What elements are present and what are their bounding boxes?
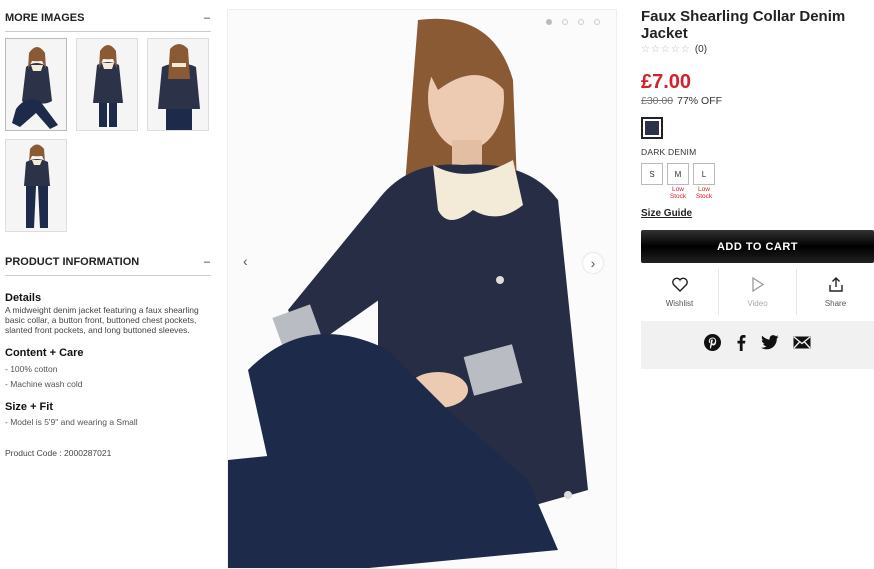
price-comparison: £30.00 77% OFF — [641, 95, 874, 107]
size-guide-link[interactable]: Size Guide — [641, 208, 692, 219]
pinterest-icon[interactable] — [704, 334, 721, 356]
social-share-bar — [641, 321, 874, 369]
rating[interactable]: ☆☆☆☆☆ (0) — [641, 44, 874, 55]
wishlist-label: Wishlist — [665, 298, 694, 308]
size-fit-section: Size + Fit - Model is 5'9" and wearing a… — [5, 401, 211, 427]
size-label[interactable]: L — [693, 163, 715, 185]
details-text: A midweight denim jacket featuring a fau… — [5, 305, 199, 335]
share-icon — [828, 277, 844, 293]
content-care-item: - Machine wash cold — [5, 379, 83, 389]
details-heading: Details — [5, 292, 42, 304]
add-to-cart-button[interactable]: ADD TO CART — [641, 230, 874, 263]
action-bar: Wishlist Video Share — [641, 269, 874, 315]
carousel-dot[interactable] — [594, 19, 600, 25]
star-rating-icon: ☆☆☆☆☆ — [641, 44, 691, 55]
chevron-left-icon[interactable]: ‹ — [243, 253, 248, 269]
thumbnail-4[interactable] — [5, 139, 67, 232]
content-care-item: - 100% cotton — [5, 364, 58, 374]
thumbnail-1[interactable] — [5, 38, 67, 131]
content-care-heading: Content + Care — [5, 347, 84, 359]
content-care-section: Content + Care - 100% cotton - Machine w… — [5, 347, 211, 389]
product-code: Product Code : 2000287021 — [5, 448, 112, 458]
size-option-m[interactable]: M Low Stock — [667, 163, 689, 200]
size-option-s[interactable]: S — [641, 163, 663, 200]
original-price: £30.00 — [641, 95, 674, 107]
size-fit-heading: Size + Fit — [5, 401, 53, 413]
details-section: Details A midweight denim jacket featuri… — [5, 292, 211, 335]
carousel-dot[interactable] — [562, 19, 568, 25]
more-images-title: MORE IMAGES — [5, 12, 85, 24]
discount-label: 77% OFF — [677, 95, 723, 107]
carousel-dots — [546, 19, 600, 25]
chevron-right-icon[interactable]: › — [583, 253, 603, 273]
video-label: Video — [747, 298, 768, 308]
size-fit-item: - Model is 5'9" and wearing a Small — [5, 417, 138, 427]
twitter-icon[interactable] — [761, 335, 779, 355]
play-icon — [751, 277, 765, 293]
more-images-header[interactable]: MORE IMAGES – — [5, 12, 211, 32]
facebook-icon[interactable] — [735, 334, 747, 356]
color-swatch-fill — [645, 121, 659, 135]
size-label[interactable]: S — [641, 163, 663, 185]
carousel-dot[interactable] — [578, 19, 584, 25]
product-detail-panel: Faux Shearling Collar Denim Jacket ☆☆☆☆☆… — [641, 8, 874, 369]
left-column: MORE IMAGES – PRODUCT INFORMATION – Deta… — [5, 0, 211, 458]
sale-price: £7.00 — [641, 71, 692, 93]
review-count[interactable]: (0) — [695, 44, 707, 55]
low-stock-note: Low Stock — [669, 186, 687, 200]
main-product-image[interactable]: ‹ › — [227, 9, 617, 569]
share-button[interactable]: Share — [797, 269, 874, 315]
video-button[interactable]: Video — [719, 269, 797, 315]
product-title: Faux Shearling Collar Denim Jacket — [641, 8, 846, 42]
share-label: Share — [824, 298, 847, 308]
collapse-icon[interactable]: – — [204, 12, 210, 24]
collapse-icon[interactable]: – — [204, 256, 210, 268]
thumbnail-3[interactable] — [147, 38, 209, 131]
product-info-header[interactable]: PRODUCT INFORMATION – — [5, 256, 211, 276]
thumbnail-grid — [5, 38, 211, 232]
product-info-title: PRODUCT INFORMATION — [5, 256, 140, 268]
size-label[interactable]: M — [667, 163, 689, 185]
size-option-l[interactable]: L Low Stock — [693, 163, 715, 200]
email-icon[interactable] — [793, 336, 811, 354]
size-selector: S M Low Stock L Low Stock — [641, 163, 874, 200]
model-photo — [228, 10, 616, 568]
carousel-dot[interactable] — [546, 19, 552, 25]
color-swatch[interactable] — [641, 117, 663, 139]
thumbnail-2[interactable] — [76, 38, 138, 131]
wishlist-button[interactable]: Wishlist — [641, 269, 719, 315]
heart-icon — [671, 277, 688, 293]
low-stock-note: Low Stock — [695, 186, 713, 200]
color-name: DARK DENIM — [641, 147, 697, 157]
